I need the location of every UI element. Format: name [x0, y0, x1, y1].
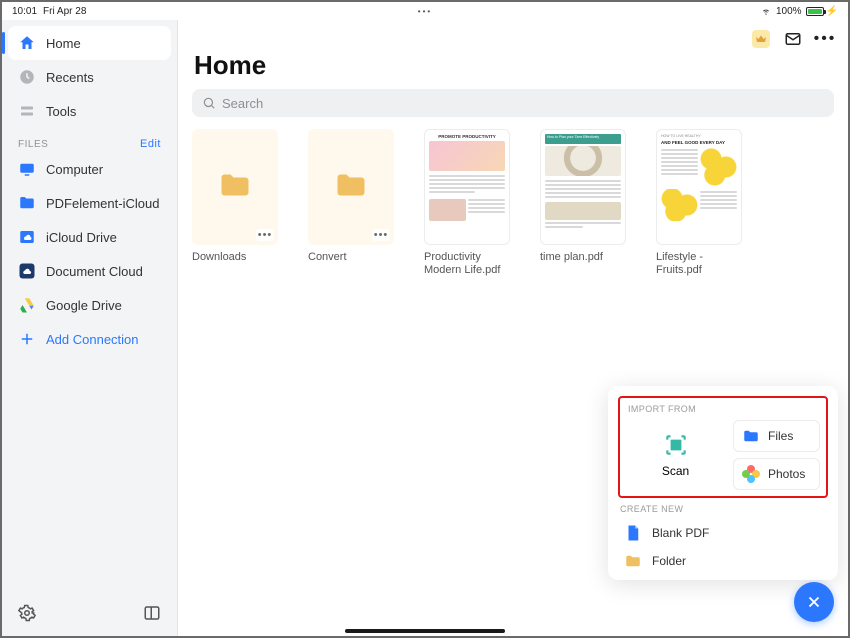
- mail-icon[interactable]: [784, 30, 802, 48]
- status-bar: 10:01 Fri Apr 28 ••• 100% ⚡: [2, 2, 848, 20]
- computer-icon: [18, 160, 36, 178]
- edit-link[interactable]: Edit: [140, 138, 161, 150]
- create-blank-pdf[interactable]: Blank PDF: [624, 524, 822, 542]
- item-more-icon[interactable]: •••: [256, 229, 274, 241]
- item-more-icon[interactable]: •••: [372, 229, 390, 241]
- add-menu-panel: IMPORT FROM Scan Files: [608, 386, 838, 580]
- folder-icon: [742, 427, 760, 445]
- folder-icon: [624, 552, 642, 570]
- sidebar-item-label: Document Cloud: [46, 264, 143, 279]
- folder-icon: [213, 167, 257, 208]
- doc-header-text: AND FEEL GOOD EVERY DAY: [661, 140, 737, 145]
- doc-header-text: How to Plan your Time Effectively: [545, 134, 621, 144]
- status-date: Fri Apr 28: [43, 6, 86, 17]
- photos-icon: [742, 465, 760, 483]
- sidebar-item-label: Home: [46, 36, 81, 51]
- create-blank-pdf-label: Blank PDF: [652, 526, 709, 540]
- sidebar-item-home[interactable]: Home: [8, 26, 171, 60]
- sidebar-item-document-cloud[interactable]: Document Cloud: [8, 254, 171, 288]
- sidebar-item-label: Tools: [46, 104, 76, 119]
- import-scan[interactable]: Scan: [626, 420, 725, 490]
- sidebar-item-label: Recents: [46, 70, 94, 85]
- page-title: Home: [194, 50, 834, 81]
- import-photos[interactable]: Photos: [733, 458, 820, 490]
- file-item-convert[interactable]: ••• Convert: [308, 129, 396, 277]
- import-from-label: IMPORT FROM: [628, 404, 818, 414]
- plus-icon: [18, 330, 36, 348]
- file-item-productivity[interactable]: PROMOTE PRODUCTIVITY: [424, 129, 512, 277]
- document-cloud-icon: [18, 262, 36, 280]
- multitask-dots[interactable]: •••: [418, 7, 432, 16]
- sidebar-item-label: Add Connection: [46, 332, 139, 347]
- sidebar-item-label: PDFelement-iCloud: [46, 196, 159, 211]
- doc-header-text: PROMOTE PRODUCTIVITY: [429, 134, 505, 139]
- import-photos-label: Photos: [768, 467, 805, 481]
- create-folder-label: Folder: [652, 554, 686, 568]
- layout-icon[interactable]: [143, 604, 161, 622]
- premium-icon[interactable]: [752, 30, 770, 48]
- clock-icon: [18, 68, 36, 86]
- file-label: Downloads: [192, 251, 246, 277]
- home-indicator[interactable]: [345, 629, 505, 633]
- file-item-lifestyle[interactable]: HOW TO LIVE HEALTHY AND FEEL GOOD EVERY …: [656, 129, 744, 277]
- file-label: Lifestyle - Fruits.pdf: [656, 251, 744, 277]
- sidebar-item-label: iCloud Drive: [46, 230, 117, 245]
- settings-icon[interactable]: [18, 604, 36, 622]
- file-label: Convert: [308, 251, 347, 277]
- sidebar-item-icloud-drive[interactable]: iCloud Drive: [8, 220, 171, 254]
- home-icon: [18, 34, 36, 52]
- status-time: 10:01: [12, 6, 37, 17]
- folder-icon: [18, 194, 36, 212]
- tools-icon: [18, 102, 36, 120]
- file-label: Productivity Modern Life.pdf: [424, 251, 512, 277]
- import-files-label: Files: [768, 429, 793, 443]
- doc-header-small: HOW TO LIVE HEALTHY: [661, 134, 737, 138]
- import-scan-label: Scan: [662, 464, 689, 478]
- search-input[interactable]: Search: [192, 89, 834, 117]
- create-folder[interactable]: Folder: [624, 552, 822, 570]
- sidebar-item-pdfelement-icloud[interactable]: PDFelement-iCloud: [8, 186, 171, 220]
- more-icon[interactable]: •••: [816, 30, 834, 48]
- file-item-timeplan[interactable]: How to Plan your Time Effectively time p…: [540, 129, 628, 277]
- search-placeholder: Search: [222, 96, 263, 111]
- sidebar-item-computer[interactable]: Computer: [8, 152, 171, 186]
- sidebar-item-label: Google Drive: [46, 298, 122, 313]
- battery-icon: [806, 7, 824, 16]
- icloud-icon: [18, 228, 36, 246]
- file-item-downloads[interactable]: ••• Downloads: [192, 129, 280, 277]
- search-icon: [202, 96, 216, 110]
- sidebar-item-label: Computer: [46, 162, 103, 177]
- sidebar-item-google-drive[interactable]: Google Drive: [8, 288, 171, 322]
- import-files[interactable]: Files: [733, 420, 820, 452]
- import-from-group: IMPORT FROM Scan Files: [618, 396, 828, 498]
- create-new-label: CREATE NEW: [620, 504, 826, 514]
- sidebar-add-connection[interactable]: Add Connection: [8, 322, 171, 356]
- close-icon: [805, 593, 823, 611]
- section-label: FILES: [18, 139, 48, 150]
- file-grid: ••• Downloads ••• Convert PROMOTE PROD: [192, 129, 834, 277]
- folder-icon: [329, 167, 373, 208]
- sidebar-item-recents[interactable]: Recents: [8, 60, 171, 94]
- close-add-menu-button[interactable]: [794, 582, 834, 622]
- file-label: time plan.pdf: [540, 251, 603, 277]
- sidebar-item-tools[interactable]: Tools: [8, 94, 171, 128]
- main-content: ••• Home Search ••• Downloads: [178, 20, 848, 636]
- section-header-files: FILES Edit: [8, 128, 171, 152]
- charging-icon: ⚡: [826, 6, 838, 17]
- google-drive-icon: [18, 296, 36, 314]
- battery-percent: 100%: [776, 6, 802, 17]
- sidebar: Home Recents Tools FILES Edit Computer: [2, 20, 178, 636]
- document-icon: [624, 524, 642, 542]
- wifi-icon: [760, 6, 772, 16]
- scan-icon: [663, 432, 689, 458]
